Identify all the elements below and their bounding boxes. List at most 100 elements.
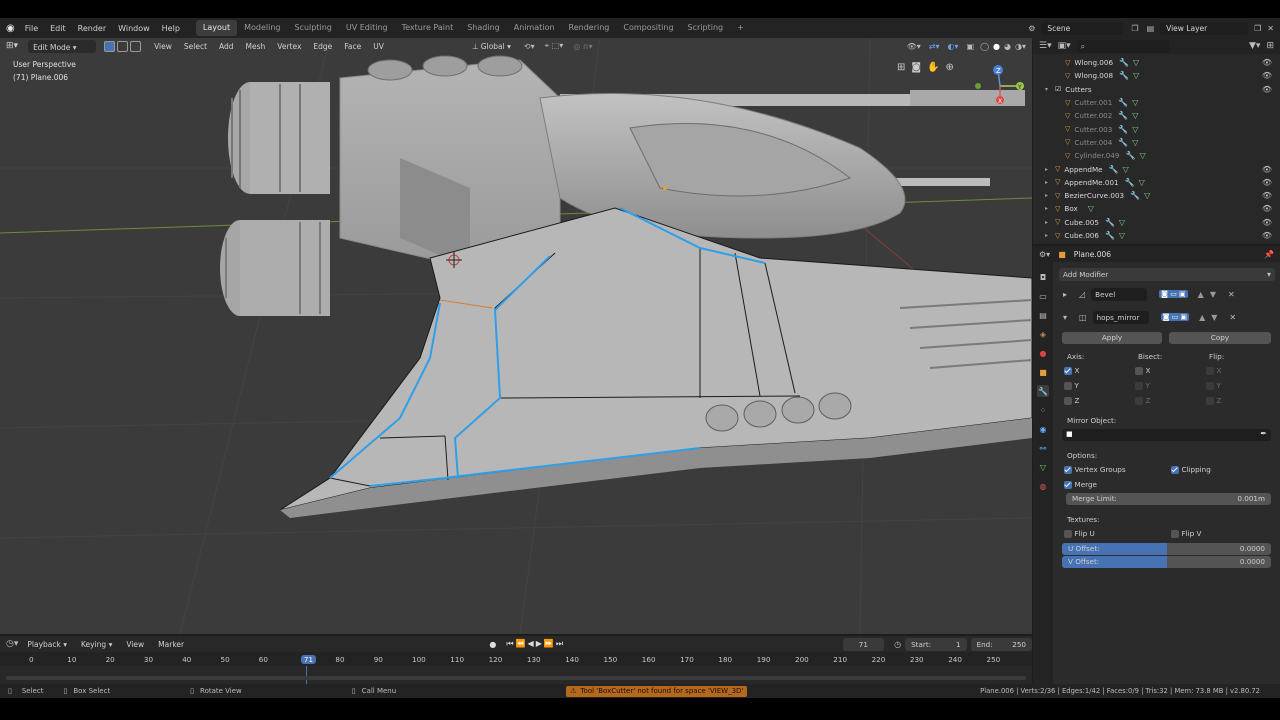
outliner-item[interactable]: ▸ ▽ AppendMe.001 🔧 ▽ 👁 [1033,176,1280,189]
expand-icon[interactable]: ▸ [1063,290,1067,299]
visibility-eye-icon[interactable]: 👁 [1262,71,1272,80]
outliner-item[interactable]: ▸ ▽ Cube.005 🔧 ▽ 👁 [1033,216,1280,229]
world-tab-icon[interactable]: ● [1037,347,1049,359]
filter-icon[interactable]: ▼▾ [1249,41,1260,51]
tab-compositing[interactable]: Compositing [616,20,680,36]
modifier-icon[interactable]: 🔧 [1125,178,1135,187]
start-frame-field[interactable]: Start: 1 [905,637,967,651]
pin-icon[interactable]: 📌 [1264,250,1274,259]
modifier-display-icons[interactable]: ◙ ▭ ▣ [1159,290,1188,298]
pan-hand-icon[interactable]: ✋ [927,62,939,73]
edge-select-icon[interactable] [117,40,129,52]
tab-sculpting[interactable]: Sculpting [288,20,339,36]
modifier-icon[interactable]: 🔧 [1105,218,1115,227]
u-offset-slider[interactable]: U Offset: 0.0000 [1062,543,1271,555]
shading-solid-icon[interactable]: ● [993,42,1000,51]
timeline-scrollbar[interactable] [6,676,1026,680]
particles-tab-icon[interactable]: ⁘ [1037,404,1049,416]
zoom-icon[interactable]: ⊕ [946,62,954,73]
mesh-data-icon[interactable]: ▽ [1139,178,1145,187]
vertex-groups-checkbox[interactable] [1064,465,1072,474]
visibility-eye-icon[interactable]: 👁 [1262,178,1272,187]
outliner-item[interactable]: ▾ ☑ Cutters 👁 [1033,83,1280,96]
expand-arrow-icon[interactable]: ▸ [1045,192,1051,199]
visibility-eye-icon[interactable]: 👁 [1262,231,1272,240]
mesh-data-icon[interactable]: ▽ [1144,191,1150,200]
preview-range-icon[interactable]: ◷ [894,640,901,649]
end-frame-field[interactable]: End: 250 [970,637,1032,651]
viewport-menu-face[interactable]: Face [339,41,366,52]
menu-render[interactable]: Render [72,24,112,33]
data-tab-icon[interactable]: ▽ [1037,461,1049,473]
move-down-icon[interactable]: ▼ [1210,290,1216,299]
visibility-eye-icon[interactable]: 👁 [1262,218,1272,227]
bevel-name-field[interactable]: Bevel [1091,287,1148,301]
modifier-display-icons[interactable]: ◙ ▭ ▣ [1160,313,1190,321]
eyedropper-icon[interactable]: ✒ [1260,429,1267,438]
material-tab-icon[interactable]: ◍ [1037,480,1049,492]
mirror-object-field[interactable]: ■ ✒ [1062,429,1271,441]
outliner-item[interactable]: ▸ ▽ BezierCurve.003 🔧 ▽ 👁 [1033,189,1280,202]
timeline-menu-keying[interactable]: Keying ▾ [76,639,117,650]
view-layer-selector[interactable]: View Layer [1160,21,1249,35]
bisect-x-checkbox[interactable] [1135,366,1143,375]
pivot-icon[interactable]: ⟲▾ [524,42,535,51]
tab-texture-paint[interactable]: Texture Paint [395,20,461,36]
gizmo-toggle-icon[interactable]: ⇄▾ [929,42,940,51]
close-view-layer-icon[interactable]: ✕ [1267,24,1274,33]
visibility-icon[interactable]: 👁▾ [907,42,921,51]
bisect-y-checkbox[interactable] [1135,381,1143,390]
copy-view-layer-icon[interactable]: ❐ [1254,24,1261,33]
mesh-data-icon[interactable]: ▽ [1132,125,1138,134]
menu-help[interactable]: Help [156,24,186,33]
modifier-icon[interactable]: 🔧 [1119,71,1129,80]
outliner-editor-icon[interactable]: ☰▾ [1039,41,1052,51]
visibility-eye-icon[interactable]: 👁 [1262,204,1272,213]
move-up-icon[interactable]: ▲ [1199,313,1205,322]
modifier-icon[interactable]: 🔧 [1130,191,1140,200]
current-frame-field[interactable]: 71 [842,637,885,651]
copy-button[interactable]: Copy [1169,332,1271,344]
snap-icon[interactable]: ⌖ ⬚▾ [545,41,564,51]
visibility-eye-icon[interactable]: 👁 [1262,58,1272,67]
mesh-data-icon[interactable]: ▽ [1123,165,1129,174]
menu-edit[interactable]: Edit [44,24,72,33]
outliner-item[interactable]: ▸ ▽ Cube.006 🔧 ▽ 👁 [1033,229,1280,242]
scene-tab-icon[interactable]: ◈ [1037,328,1049,340]
physics-tab-icon[interactable]: ◉ [1037,423,1049,435]
timeline-menu-playback[interactable]: Playback ▾ [22,639,72,650]
collapse-icon[interactable]: ▾ [1063,313,1067,322]
merge-limit-field[interactable]: Merge Limit: 0.001m [1066,493,1271,505]
viewport-menu-vertex[interactable]: Vertex [272,41,306,52]
tab-uv-editing[interactable]: UV Editing [339,20,395,36]
proportional-edit-icon[interactable]: ◎ ∩▾ [573,42,592,51]
tab-rendering[interactable]: Rendering [562,20,617,36]
timeline-menu-marker[interactable]: Marker [153,639,189,650]
viewport-menu-edge[interactable]: Edge [308,41,337,52]
outliner-item[interactable]: ▸ ▽ Box ▽ 👁 [1033,202,1280,215]
outliner-item[interactable]: ▽ Cutter.004 🔧 ▽ [1033,136,1280,149]
expand-arrow-icon[interactable]: ▸ [1045,219,1051,226]
modifier-icon[interactable]: 🔧 [1118,138,1128,147]
flip-u-checkbox[interactable] [1064,529,1072,538]
mesh-data-icon[interactable]: ▽ [1133,58,1139,67]
visibility-eye-icon[interactable]: 👁 [1262,165,1272,174]
mesh-data-icon[interactable]: ▽ [1132,111,1138,120]
axis-x-checkbox[interactable] [1064,366,1072,375]
outliner-item[interactable]: ▽ Cylinder.049 🔧 ▽ [1033,149,1280,162]
record-icon[interactable]: ● [489,640,496,649]
modifier-tab-icon[interactable]: 🔧 [1037,385,1049,397]
flip-x-checkbox[interactable] [1206,366,1214,375]
grid-view-icon[interactable]: ⊞ [897,62,905,73]
viewport-menu-uv[interactable]: UV [368,41,389,52]
3d-viewport[interactable] [0,38,1032,634]
tab-shading[interactable]: Shading [460,20,507,36]
shading-rendered-icon[interactable]: ◑▾ [1015,42,1026,51]
flip-v-checkbox[interactable] [1171,529,1179,538]
view-layer-tab-icon[interactable]: ▤ [1037,309,1049,321]
shading-wireframe-icon[interactable]: ◯ [980,42,989,51]
flip-y-checkbox[interactable] [1206,381,1214,390]
outliner-item[interactable]: ▽ Cutter.002 🔧 ▽ [1033,109,1280,122]
mesh-data-icon[interactable]: ▽ [1119,231,1125,240]
editor-type-icon[interactable]: ⊞▾ [6,41,18,51]
